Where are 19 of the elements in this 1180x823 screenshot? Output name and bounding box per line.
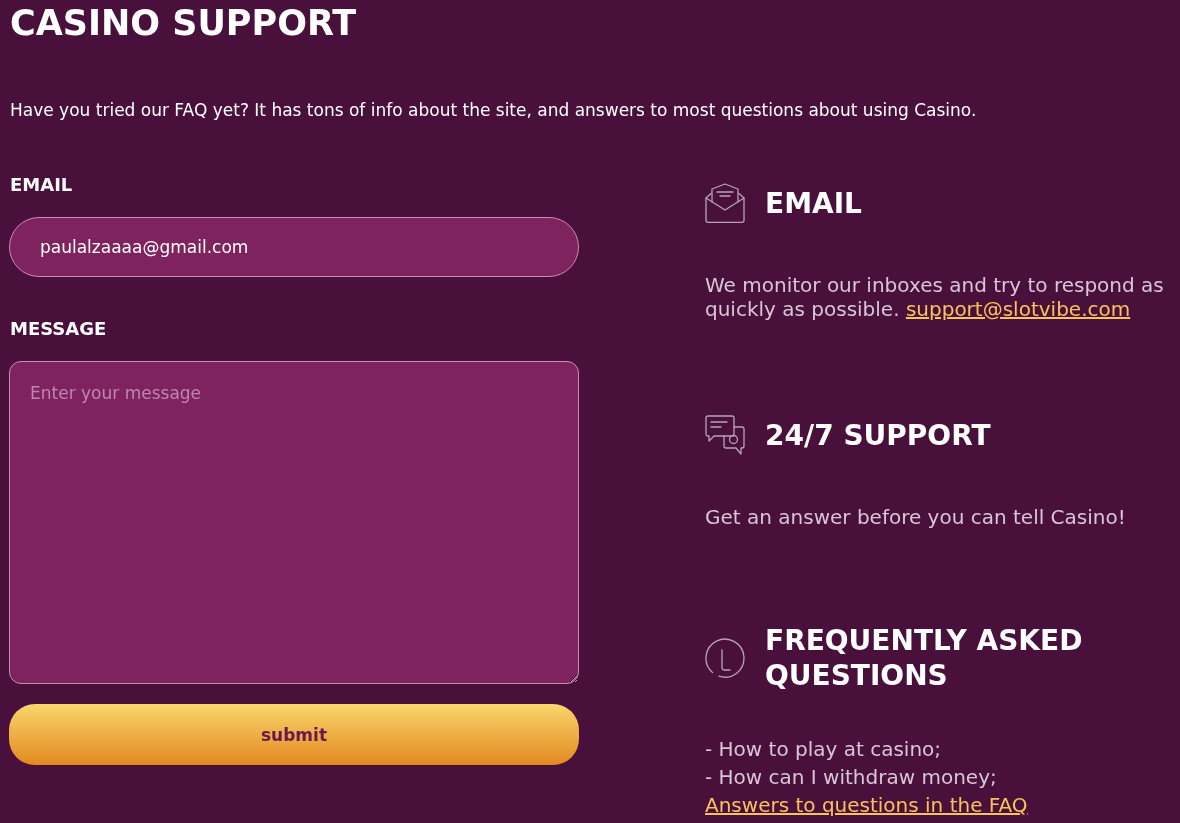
message-field[interactable]: Enter your message [9,361,579,684]
faq-question-text: - How to play at casino; [705,736,942,763]
ring-icon [705,638,745,678]
field-label: MESSAGE [9,317,107,341]
section-heading: EMAIL [765,185,862,221]
page-title: CASINO SUPPORT [9,2,357,45]
chat-bubbles-icon [705,415,745,455]
section-text: Get an answer before you can tell Casino! [705,505,1126,529]
submit-button[interactable]: submit [9,704,579,765]
field-label: EMAIL [9,173,73,197]
email-link[interactable]: support@slotvibe.com [905,297,1131,321]
faq-question-text: - How can I withdraw money; [705,764,997,791]
envelope-icon [705,183,745,223]
section-text: We monitor our inboxes and try to respond as quickly as possible. support@slotvibe.com [705,273,1165,321]
email-field[interactable]: paulalzaaaa@gmail.com [9,217,579,277]
faq-link[interactable]: Answers to questions in the FAQ [705,791,1028,819]
section-heading: FREQUENTLY ASKED QUESTIONS [765,623,1084,693]
section-heading: 24/7 SUPPORT [765,417,991,453]
intro-text: Have you tried our FAQ yet? It has tons of info about the site, and answers to most questions about using Casino. [9,99,977,121]
